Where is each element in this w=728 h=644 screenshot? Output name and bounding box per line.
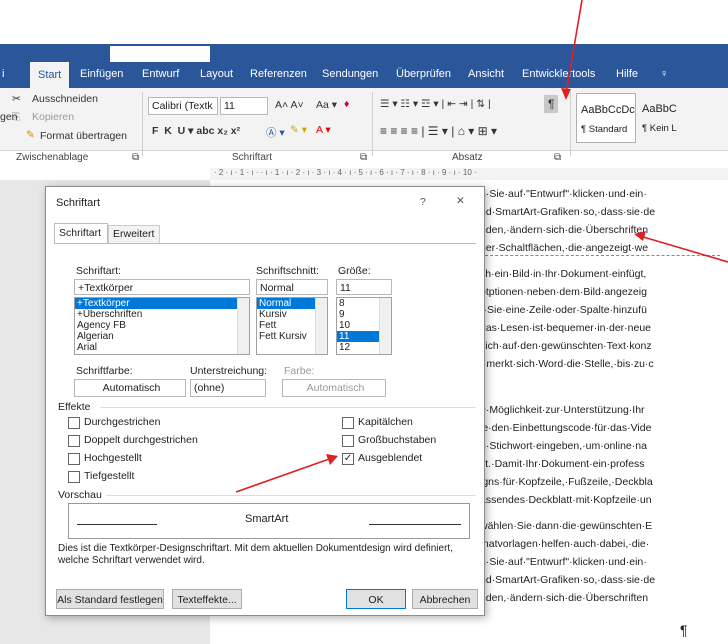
arrow-to-hidden-text xyxy=(634,231,728,263)
annotation-arrows xyxy=(235,0,728,493)
arrow-to-pilcrow xyxy=(561,0,583,100)
arrow-to-hidden-checkbox xyxy=(235,454,338,493)
